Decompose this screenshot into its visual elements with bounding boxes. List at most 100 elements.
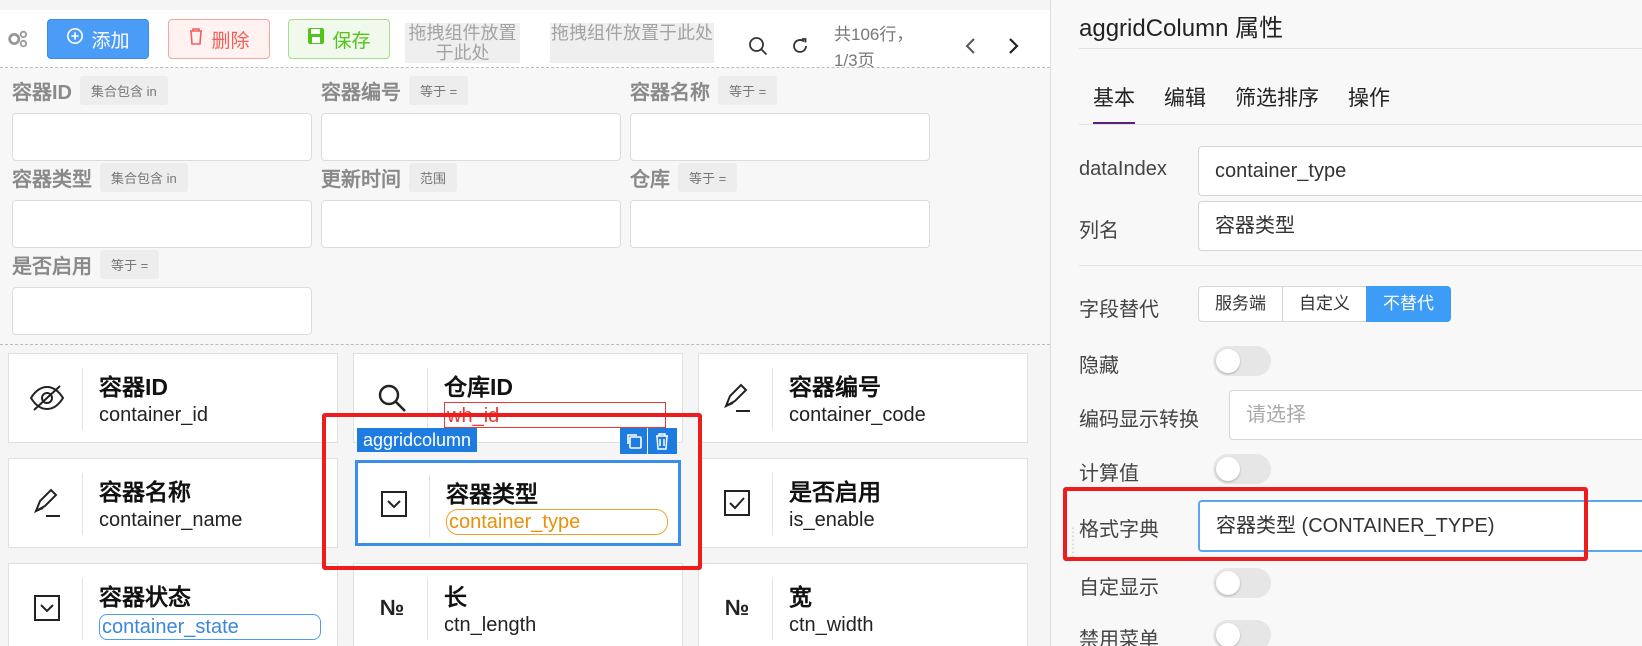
dataindex-input[interactable]: container_type bbox=[1198, 146, 1642, 196]
delete-button[interactable]: 删除 bbox=[168, 19, 270, 59]
save-button[interactable]: 保存 bbox=[288, 19, 390, 59]
divider bbox=[1079, 124, 1642, 125]
code-convert-label: 编码显示转换 bbox=[1079, 409, 1199, 431]
tab-actions[interactable]: 操作 bbox=[1348, 82, 1390, 125]
pencil-icon bbox=[27, 483, 67, 523]
tab-edit[interactable]: 编辑 bbox=[1164, 82, 1206, 125]
card-title: 长 bbox=[444, 584, 467, 610]
filter-label: 容器编号 bbox=[321, 82, 401, 104]
column-card[interactable]: 容器名称 container_name bbox=[8, 458, 338, 548]
floppy-icon bbox=[307, 27, 325, 51]
divider bbox=[1079, 265, 1642, 266]
custom-display-toggle[interactable] bbox=[1213, 568, 1271, 598]
filter-item: 仓库 等于 = bbox=[630, 163, 930, 248]
column-card[interactable]: 是否启用 is_enable bbox=[698, 458, 1028, 548]
filter-input[interactable] bbox=[12, 200, 312, 248]
card-field: container_name bbox=[99, 509, 243, 531]
number-icon: № bbox=[379, 595, 405, 620]
gears-icon[interactable] bbox=[6, 28, 28, 55]
drop-zone[interactable]: 拖拽组件放置于此处 bbox=[405, 23, 520, 63]
grid-toolbar: 添加 删除 保存 拖拽组件放置于此处 拖拽组件放置于此处 共106行， 1/3页 bbox=[0, 10, 1050, 70]
column-card[interactable]: № 长 ctn_length bbox=[353, 563, 683, 646]
card-field: container_id bbox=[99, 404, 208, 426]
filter-operator[interactable]: 范围 bbox=[409, 163, 458, 192]
card-field: is_enable bbox=[789, 509, 875, 531]
custom-display-label: 自定显示 bbox=[1079, 577, 1159, 599]
dropdown-box-icon bbox=[27, 588, 67, 628]
filter-item: 容器名称 等于 = bbox=[630, 76, 930, 161]
column-name-input[interactable]: 容器类型 bbox=[1198, 201, 1642, 251]
filter-item: 容器编号 等于 = bbox=[321, 76, 621, 161]
filter-item: 容器ID 集合包含 in bbox=[12, 76, 312, 161]
card-title: 容器ID bbox=[99, 374, 168, 400]
search-icon bbox=[372, 378, 412, 418]
filter-label: 是否启用 bbox=[12, 256, 92, 278]
filter-input[interactable] bbox=[321, 200, 621, 248]
card-divider bbox=[772, 578, 773, 640]
column-card[interactable]: 容器ID container_id bbox=[8, 353, 338, 443]
tab-basic[interactable]: 基本 bbox=[1093, 82, 1135, 125]
designer-canvas: 添加 删除 保存 拖拽组件放置于此处 拖拽组件放置于此处 共106行， 1/3页 bbox=[0, 0, 1050, 646]
number-icon: № bbox=[724, 595, 750, 620]
card-title: 仓库ID bbox=[444, 374, 513, 400]
dataindex-label: dataIndex bbox=[1079, 158, 1167, 180]
trash-icon bbox=[188, 27, 204, 51]
card-field: ctn_width bbox=[789, 614, 874, 636]
card-divider bbox=[772, 368, 773, 430]
highlight-box bbox=[322, 413, 702, 570]
chevron-left-icon[interactable] bbox=[964, 36, 978, 61]
card-title: 容器编号 bbox=[789, 374, 881, 400]
filter-operator[interactable]: 等于 = bbox=[718, 76, 778, 105]
disable-menu-label: 禁用菜单 bbox=[1079, 629, 1159, 646]
card-divider bbox=[82, 473, 83, 535]
replace-option-server[interactable]: 服务端 bbox=[1198, 286, 1283, 322]
chevron-right-icon[interactable] bbox=[1006, 36, 1020, 61]
disable-menu-toggle[interactable] bbox=[1213, 620, 1271, 646]
filter-operator[interactable]: 等于 = bbox=[100, 250, 160, 279]
card-divider bbox=[82, 578, 83, 640]
delete-button-label: 删除 bbox=[211, 30, 250, 52]
filter-operator[interactable]: 集合包含 in bbox=[100, 163, 188, 192]
card-field: ctn_length bbox=[444, 614, 537, 636]
filter-operator[interactable]: 集合包含 in bbox=[80, 76, 168, 105]
refresh-icon[interactable] bbox=[790, 36, 810, 61]
filter-item: 容器类型 集合包含 in bbox=[12, 163, 312, 248]
code-convert-select[interactable]: 请选择 bbox=[1229, 390, 1642, 440]
replace-option-none[interactable]: 不替代 bbox=[1366, 286, 1451, 322]
card-field: container_state bbox=[99, 614, 321, 640]
card-divider bbox=[427, 578, 428, 640]
add-button-label: 添加 bbox=[91, 30, 130, 52]
drop-zone[interactable]: 拖拽组件放置于此处 bbox=[550, 23, 714, 63]
replace-label: 字段替代 bbox=[1079, 299, 1159, 321]
panel-title: aggridColumn 属性 bbox=[1079, 15, 1284, 42]
column-card[interactable]: 容器状态 container_state bbox=[8, 563, 338, 646]
search-icon[interactable] bbox=[748, 36, 768, 61]
card-divider bbox=[82, 368, 83, 430]
card-title: 容器名称 bbox=[99, 479, 191, 505]
replace-segmented: 服务端 自定义 不替代 bbox=[1198, 286, 1451, 322]
filter-input[interactable] bbox=[321, 113, 621, 161]
eye-off-icon bbox=[27, 378, 67, 418]
save-button-label: 保存 bbox=[332, 30, 371, 52]
hidden-label: 隐藏 bbox=[1079, 355, 1119, 377]
filter-operator[interactable]: 等于 = bbox=[678, 163, 738, 192]
filter-input[interactable] bbox=[630, 113, 930, 161]
hidden-toggle[interactable] bbox=[1213, 346, 1271, 376]
column-card[interactable]: № 宽 ctn_width bbox=[698, 563, 1028, 646]
add-button[interactable]: 添加 bbox=[47, 19, 149, 59]
column-card[interactable]: 容器编号 container_code bbox=[698, 353, 1028, 443]
tab-filter-sort[interactable]: 筛选排序 bbox=[1235, 82, 1319, 125]
card-title: 是否启用 bbox=[789, 479, 881, 505]
replace-option-custom[interactable]: 自定义 bbox=[1282, 286, 1367, 322]
filter-item: 是否启用 等于 = bbox=[12, 250, 312, 335]
filter-operator[interactable]: 等于 = bbox=[409, 76, 469, 105]
filter-input[interactable] bbox=[12, 113, 312, 161]
divider bbox=[1079, 48, 1642, 49]
pager-info: 共106行， 1/3页 bbox=[834, 22, 934, 74]
computed-toggle[interactable] bbox=[1213, 454, 1271, 484]
filter-input[interactable] bbox=[12, 287, 312, 335]
highlight-box bbox=[1063, 487, 1588, 561]
filter-input[interactable] bbox=[630, 200, 930, 248]
card-field: container_code bbox=[789, 404, 926, 426]
filter-label: 容器ID bbox=[12, 82, 72, 104]
